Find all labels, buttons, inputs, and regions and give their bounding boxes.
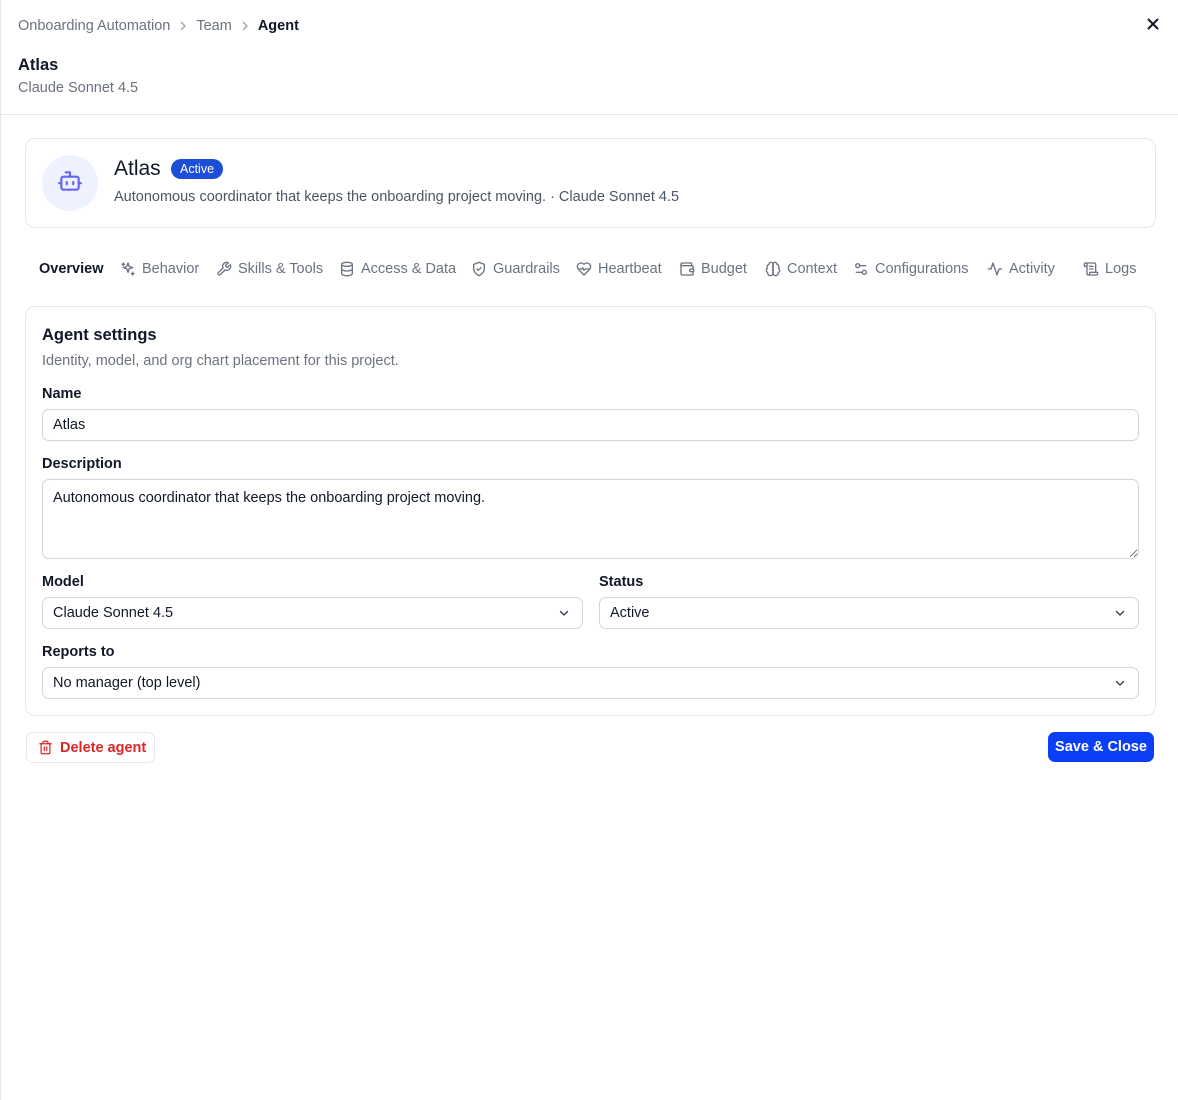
breadcrumb-item-project[interactable]: Onboarding Automation — [18, 18, 170, 34]
close-button[interactable] — [1143, 16, 1163, 36]
scroll-icon — [1083, 261, 1099, 277]
chevron-right-icon — [232, 20, 258, 32]
activity-icon — [987, 261, 1003, 277]
description-field[interactable]: Autonomous coordinator that keeps the on… — [42, 479, 1139, 559]
tab-access-data[interactable]: Access & Data — [339, 256, 456, 282]
tab-overview[interactable]: Overview — [39, 256, 104, 282]
agent-name: Atlas — [114, 157, 161, 180]
name-label: Name — [42, 386, 82, 402]
model-select[interactable]: Claude Sonnet 4.5 — [42, 597, 583, 629]
database-icon — [339, 261, 355, 277]
breadcrumb: Onboarding Automation Team Agent — [18, 17, 299, 35]
tab-label: Context — [787, 261, 837, 277]
tab-context[interactable]: Context — [765, 256, 837, 282]
chevron-down-icon — [556, 605, 572, 621]
reports-to-select-value: No manager (top level) — [53, 675, 201, 691]
name-field-wrapper — [42, 409, 1139, 441]
tab-behavior[interactable]: Behavior — [120, 256, 199, 282]
wallet-icon — [679, 261, 695, 277]
tab-label: Logs — [1105, 261, 1137, 277]
chevron-down-icon — [1112, 675, 1128, 691]
close-icon — [1146, 17, 1160, 36]
panel-header: Onboarding Automation Team Agent Atlas C… — [1, 0, 1178, 115]
status-badge: Active — [171, 159, 224, 179]
chevron-down-icon — [1112, 605, 1128, 621]
trash-icon — [37, 740, 53, 756]
delete-agent-button[interactable]: Delete agent — [26, 732, 155, 763]
status-select-value: Active — [610, 605, 650, 621]
tab-bar: Overview Behavior Skills & Tools Access … — [25, 256, 1156, 282]
name-field[interactable] — [53, 417, 1128, 433]
chevron-right-icon — [170, 20, 196, 32]
breadcrumb-item-team[interactable]: Team — [196, 18, 231, 34]
tab-configurations[interactable]: Configurations — [853, 256, 969, 282]
tab-label: Activity — [1009, 261, 1055, 277]
tab-skills-tools[interactable]: Skills & Tools — [216, 256, 323, 282]
save-close-button[interactable]: Save & Close — [1048, 732, 1154, 762]
section-subtitle: Identity, model, and org chart placement… — [42, 353, 399, 369]
brain-icon — [765, 261, 781, 277]
tab-budget[interactable]: Budget — [679, 256, 747, 282]
agent-detail-panel: Onboarding Automation Team Agent Atlas C… — [0, 0, 1178, 1100]
tab-label: Heartbeat — [598, 261, 662, 277]
model-select-value: Claude Sonnet 4.5 — [53, 605, 174, 621]
panel-subtitle: Claude Sonnet 4.5 — [18, 80, 139, 96]
breadcrumb-current: Agent — [257, 18, 299, 34]
tab-label: Behavior — [142, 261, 200, 277]
delete-agent-label: Delete agent — [60, 739, 147, 756]
sparkles-icon — [120, 261, 136, 277]
bot-icon — [57, 168, 83, 199]
status-label: Status — [599, 574, 644, 590]
model-label: Model — [42, 574, 84, 590]
tab-label: Budget — [701, 261, 747, 277]
tab-heartbeat[interactable]: Heartbeat — [576, 256, 662, 282]
description-label: Description — [42, 456, 122, 472]
heart-pulse-icon — [576, 261, 592, 277]
agent-summary: Autonomous coordinator that keeps the on… — [114, 189, 680, 205]
tab-guardrails[interactable]: Guardrails — [471, 256, 560, 282]
agent-summary-card: Atlas Active Autonomous coordinator that… — [25, 138, 1156, 228]
tab-label: Access & Data — [361, 261, 457, 277]
avatar — [42, 155, 98, 211]
tab-activity[interactable]: Activity — [987, 256, 1055, 282]
shield-icon — [471, 261, 487, 277]
reports-to-label: Reports to — [42, 644, 115, 660]
sliders-icon — [853, 261, 869, 277]
tab-label: Guardrails — [493, 261, 560, 277]
agent-settings-card: Agent settings Identity, model, and org … — [25, 306, 1156, 716]
reports-to-select[interactable]: No manager (top level) — [42, 667, 1139, 699]
tab-logs[interactable]: Logs — [1083, 256, 1136, 282]
tab-label: Configurations — [875, 261, 969, 277]
wrench-icon — [216, 261, 232, 277]
tab-label: Skills & Tools — [238, 261, 324, 277]
section-title: Agent settings — [42, 326, 157, 344]
tab-label: Overview — [39, 261, 104, 277]
panel-title: Atlas — [18, 56, 59, 74]
status-select[interactable]: Active — [599, 597, 1139, 629]
